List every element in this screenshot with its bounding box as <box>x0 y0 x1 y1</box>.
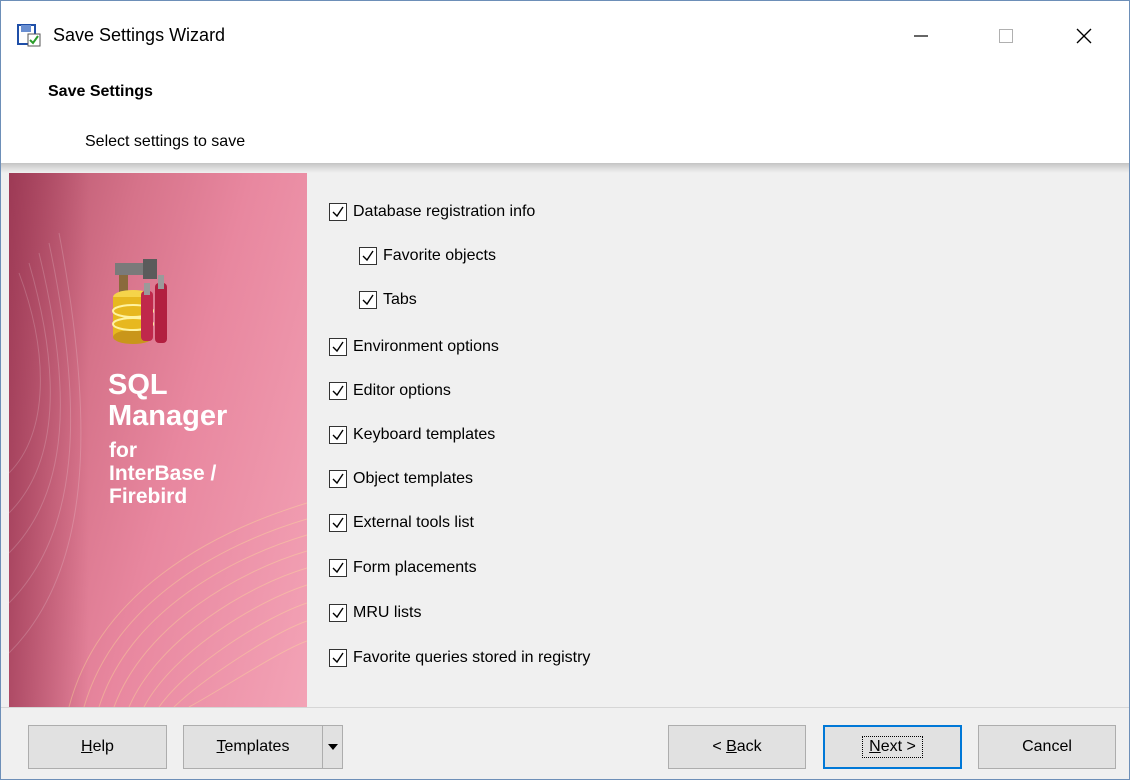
checkbox[interactable] <box>359 291 377 309</box>
option-external-tools-list[interactable]: External tools list <box>329 511 474 535</box>
footer-separator <box>1 707 1129 708</box>
option-label: External tools list <box>353 514 474 531</box>
option-label: Favorite queries stored in registry <box>353 649 591 666</box>
header-separator <box>1 163 1129 173</box>
maximize-icon <box>999 29 1013 43</box>
window-title: Save Settings Wizard <box>53 25 226 45</box>
banner-product-firebird: Firebird <box>109 485 188 508</box>
option-label: Environment options <box>353 338 499 355</box>
option-favorite-queries-in-registry[interactable]: Favorite queries stored in registry <box>329 646 590 670</box>
checkbox[interactable] <box>329 514 347 532</box>
option-database-registration-info[interactable]: Database registration info <box>329 200 535 224</box>
option-editor-options[interactable]: Editor options <box>329 379 451 403</box>
option-form-placements[interactable]: Form placements <box>329 556 477 580</box>
checkmark-icon <box>332 562 344 574</box>
checkbox[interactable] <box>329 604 347 622</box>
banner-for: for <box>109 439 137 462</box>
option-label: Favorite objects <box>383 247 496 264</box>
option-tabs[interactable]: Tabs <box>359 288 417 312</box>
option-keyboard-templates[interactable]: Keyboard templates <box>329 423 495 447</box>
option-label: Database registration info <box>353 203 536 220</box>
checkmark-icon <box>362 250 374 262</box>
checkbox[interactable] <box>329 470 347 488</box>
option-favorite-objects[interactable]: Favorite objects <box>359 244 496 268</box>
option-label: Object templates <box>353 470 474 487</box>
app-icon <box>17 24 41 47</box>
maximize-button[interactable] <box>976 11 1036 61</box>
checkmark-icon <box>332 429 344 441</box>
checkbox[interactable] <box>329 649 347 667</box>
next-button-label: Next > <box>862 736 923 758</box>
checkbox[interactable] <box>359 247 377 265</box>
checkmark-icon <box>332 341 344 353</box>
checkmark-icon <box>332 473 344 485</box>
option-label: Editor options <box>353 382 451 399</box>
checkbox[interactable] <box>329 203 347 221</box>
checkbox[interactable] <box>329 382 347 400</box>
checkmark-icon <box>332 206 344 218</box>
help-button[interactable]: Help <box>28 725 167 769</box>
checkbox[interactable] <box>329 338 347 356</box>
step-subtitle: Select settings to save <box>85 133 246 150</box>
back-button[interactable]: < Back <box>668 725 806 769</box>
cancel-button-label: Cancel <box>1022 738 1072 755</box>
close-button[interactable] <box>1054 11 1114 61</box>
option-label: MRU lists <box>353 604 422 621</box>
templates-dropdown-button[interactable] <box>322 725 343 769</box>
caret-down-icon <box>327 744 338 750</box>
help-button-label: Help <box>81 738 114 755</box>
wizard-window: Save Settings Wizard Save Settings Selec… <box>0 0 1130 780</box>
checkmark-icon <box>332 652 344 664</box>
checkmark-icon <box>362 294 374 306</box>
minimize-button[interactable] <box>891 11 951 61</box>
minimize-icon <box>914 35 928 37</box>
option-mru-lists[interactable]: MRU lists <box>329 601 421 625</box>
templates-button[interactable]: Templates <box>183 725 322 769</box>
checkbox[interactable] <box>329 559 347 577</box>
banner-product-interbase: InterBase / <box>109 462 217 485</box>
option-object-templates[interactable]: Object templates <box>329 467 473 491</box>
templates-button-label: Templates <box>216 738 290 755</box>
back-button-label: < Back <box>712 738 762 755</box>
option-label: Tabs <box>383 291 417 308</box>
sql-manager-logo <box>112 259 167 344</box>
checkmark-icon <box>332 607 344 619</box>
checkmark-icon <box>332 385 344 397</box>
checkmark-icon <box>332 517 344 529</box>
cancel-button[interactable]: Cancel <box>978 725 1116 769</box>
product-banner: SQL Manager for InterBase / Firebird <box>9 173 307 707</box>
checkbox[interactable] <box>329 426 347 444</box>
next-button[interactable]: Next > <box>823 725 962 769</box>
close-icon <box>1076 28 1092 44</box>
wizard-header: Save Settings Select settings to save <box>1 67 1129 163</box>
option-label: Keyboard templates <box>353 426 496 443</box>
banner-title-manager: Manager <box>108 400 228 432</box>
option-environment-options[interactable]: Environment options <box>329 335 499 359</box>
step-title: Save Settings <box>48 83 153 100</box>
banner-title-sql: SQL <box>108 369 168 401</box>
option-label: Form placements <box>353 559 477 576</box>
title-bar: Save Settings Wizard <box>1 1 1129 67</box>
